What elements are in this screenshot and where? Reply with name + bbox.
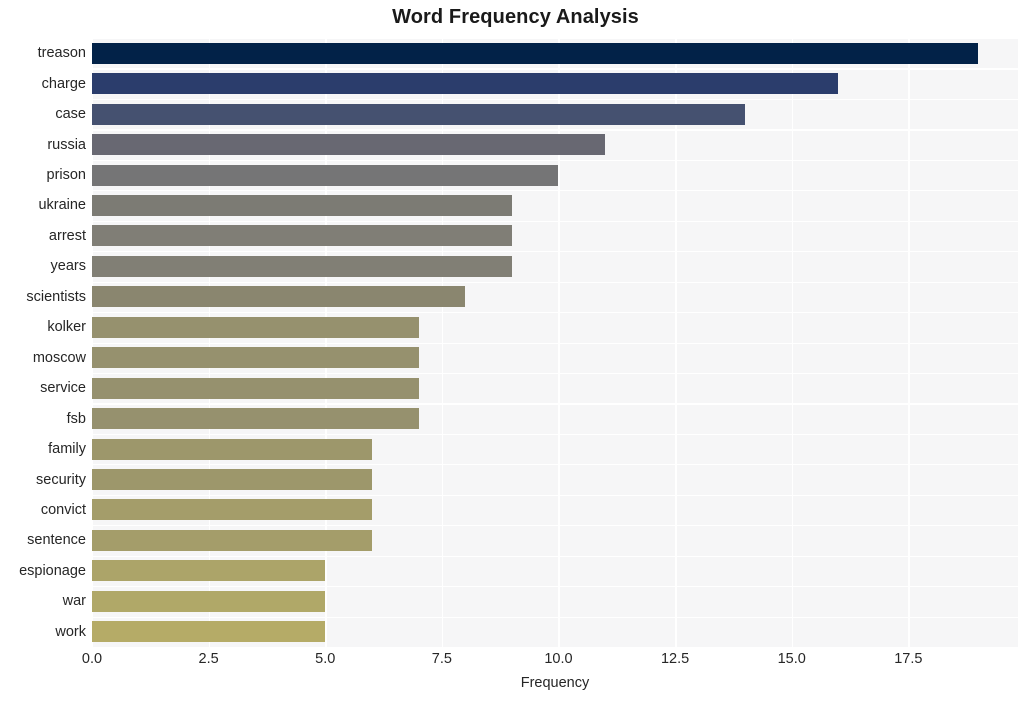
y-axis-tick-label: russia bbox=[47, 136, 86, 153]
y-axis-tick-label: war bbox=[62, 593, 86, 610]
y-axis-tick-label: espionage bbox=[19, 562, 86, 579]
horizontal-gridline bbox=[92, 38, 1018, 40]
bar bbox=[92, 194, 512, 216]
bar bbox=[92, 621, 326, 643]
bar bbox=[92, 73, 839, 95]
horizontal-gridline bbox=[92, 68, 1018, 70]
horizontal-gridline bbox=[92, 98, 1018, 101]
y-axis-tick-labels: treason charge case russia prison ukraine arre… bbox=[0, 38, 86, 647]
bar bbox=[92, 499, 372, 521]
bar bbox=[92, 590, 326, 612]
horizontal-gridline bbox=[92, 525, 1018, 527]
y-axis-tick-label: service bbox=[40, 380, 86, 397]
x-axis-tick-label: 15.0 bbox=[777, 651, 806, 667]
horizontal-gridline bbox=[92, 190, 1018, 192]
horizontal-gridline bbox=[92, 433, 1018, 436]
bar bbox=[92, 164, 559, 186]
bar bbox=[92, 42, 979, 64]
horizontal-gridline bbox=[92, 464, 1018, 466]
horizontal-gridline bbox=[92, 312, 1018, 314]
horizontal-gridline bbox=[92, 251, 1018, 253]
bar bbox=[92, 316, 419, 338]
horizontal-gridline bbox=[92, 494, 1018, 496]
chart-figure: Word Frequency Analysis treason charge cas… bbox=[0, 0, 1031, 701]
x-axis-label: Frequency bbox=[520, 675, 590, 691]
horizontal-gridline bbox=[92, 220, 1018, 222]
page-title: Word Frequency Analysis bbox=[392, 6, 639, 28]
bar bbox=[92, 438, 372, 460]
bar bbox=[92, 469, 372, 491]
horizontal-gridline bbox=[92, 555, 1018, 557]
horizontal-gridline bbox=[92, 616, 1018, 618]
x-axis-tick-label: 5.0 bbox=[315, 651, 336, 667]
plot-area bbox=[92, 38, 1018, 647]
y-axis-tick-label: security bbox=[36, 471, 86, 488]
y-axis-tick-label: years bbox=[50, 258, 86, 275]
horizontal-gridline bbox=[92, 403, 1018, 405]
x-axis-tick-labels: 0.0 2.5 5.0 7.5 10.0 12.5 15.0 17.5 bbox=[82, 651, 1018, 673]
y-axis-tick-label: charge bbox=[41, 75, 86, 92]
x-axis-tick-label: 10.0 bbox=[544, 651, 573, 667]
x-axis-tick-label: 0.0 bbox=[81, 651, 103, 667]
y-axis-tick-label: sentence bbox=[27, 532, 86, 549]
horizontal-gridline bbox=[92, 159, 1018, 161]
bar bbox=[92, 560, 326, 582]
bar bbox=[92, 255, 512, 277]
y-axis-tick-label: convict bbox=[40, 501, 86, 518]
horizontal-gridline bbox=[92, 586, 1018, 588]
bar bbox=[92, 408, 419, 430]
y-axis-tick-label: moscow bbox=[32, 349, 86, 366]
horizontal-gridline bbox=[92, 281, 1018, 283]
y-axis-tick-label: work bbox=[55, 623, 86, 640]
y-axis-tick-label: ukraine bbox=[38, 197, 86, 214]
y-axis-tick-label: arrest bbox=[48, 227, 86, 244]
bar bbox=[92, 103, 746, 125]
horizontal-gridline bbox=[92, 129, 1018, 131]
x-axis-tick-label: 12.5 bbox=[660, 651, 690, 667]
y-axis-tick-label: scientists bbox=[26, 288, 86, 305]
bar bbox=[92, 377, 419, 399]
bar bbox=[92, 347, 419, 369]
horizontal-gridline bbox=[92, 372, 1018, 375]
horizontal-gridline bbox=[92, 342, 1018, 344]
bar bbox=[92, 286, 466, 308]
y-axis-tick-label: case bbox=[55, 106, 86, 123]
y-axis-tick-label: kolker bbox=[47, 319, 86, 336]
y-axis-tick-label: fsb bbox=[66, 410, 86, 427]
x-axis-tick-label: 17.5 bbox=[894, 651, 923, 667]
y-axis-tick-label: family bbox=[48, 441, 86, 458]
y-axis-tick-label: prison bbox=[46, 167, 87, 184]
y-axis-tick-label: treason bbox=[37, 45, 86, 62]
bar bbox=[92, 529, 372, 551]
x-axis-tick-label: 7.5 bbox=[431, 651, 452, 667]
bar bbox=[92, 134, 606, 156]
bar bbox=[92, 225, 512, 247]
x-axis-tick-label: 2.5 bbox=[198, 651, 219, 667]
